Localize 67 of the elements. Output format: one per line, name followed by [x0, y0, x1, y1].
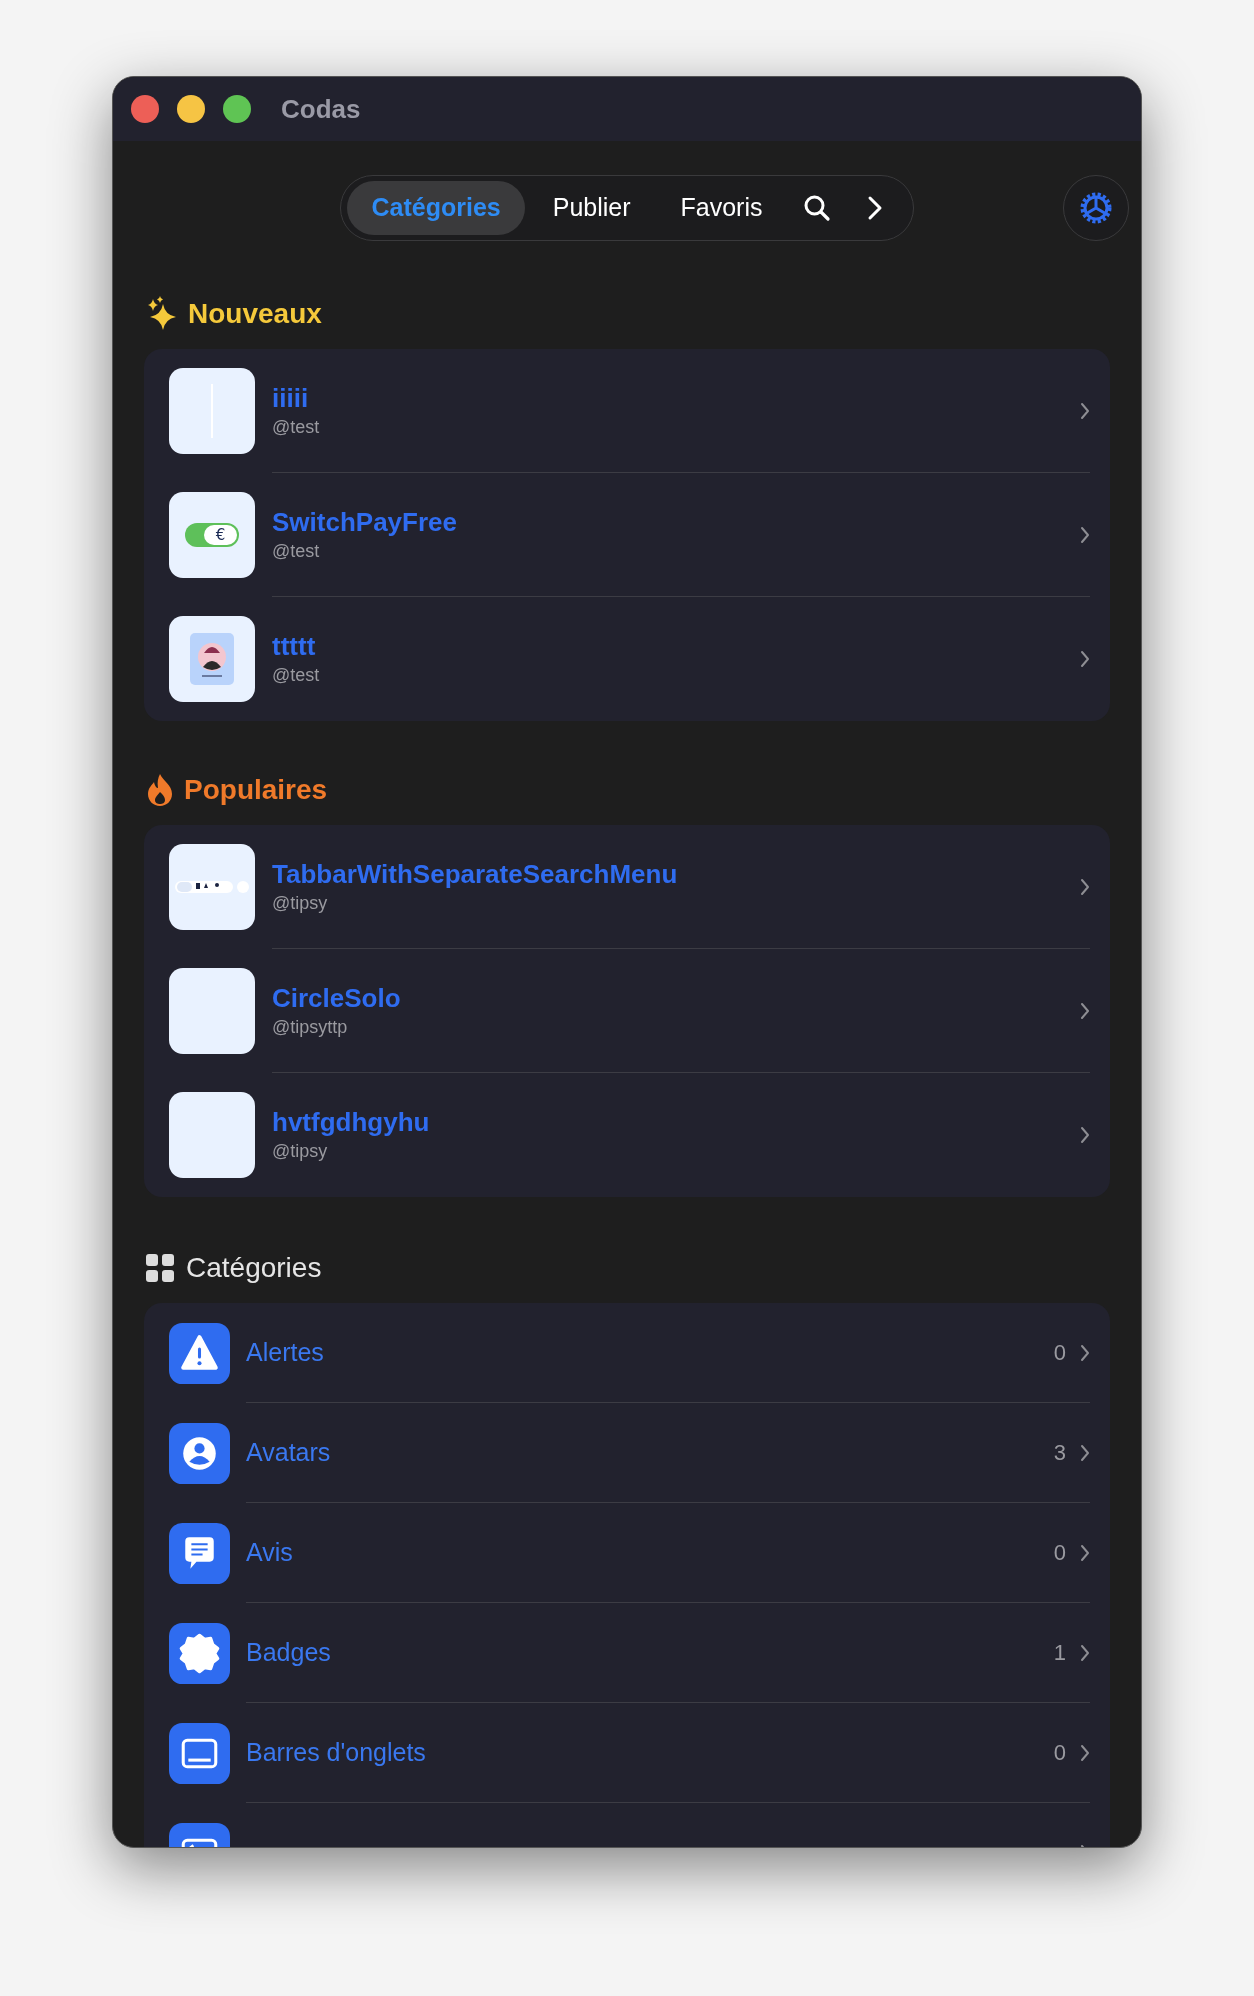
minimize-button[interactable]: [177, 95, 205, 123]
item-title: ttttt: [272, 630, 317, 662]
category-name: Avatars: [246, 1436, 332, 1468]
item-title: iiiii: [272, 381, 310, 414]
tab-bar-thumbnail-icon: [175, 880, 249, 894]
search-icon: [802, 194, 831, 222]
category-name: Barres d'onglets: [246, 1736, 427, 1768]
item-count: 0: [1053, 1339, 1066, 1367]
avatar-thumbnail-icon: [190, 633, 234, 685]
item-author: @test: [272, 664, 321, 687]
chevron-right-icon: [1080, 650, 1090, 668]
badge-icon: [169, 1622, 230, 1684]
window-title: Codas: [281, 92, 361, 126]
chevron-right-icon: [1080, 1643, 1090, 1662]
tab[interactable]: Publier: [530, 181, 653, 235]
item-count: 0: [1053, 1739, 1066, 1767]
zoom-button[interactable]: [223, 95, 251, 123]
chevron-right-icon: [1080, 1443, 1090, 1462]
list-item[interactable]: ttttt @test: [144, 597, 1110, 721]
category-item[interactable]: Barres d'onglets 0: [144, 1703, 1110, 1803]
section-title: Catégories: [186, 1251, 322, 1285]
item-count: 1: [1053, 1639, 1066, 1667]
item-count: 3: [1053, 1439, 1066, 1467]
chevron-right-icon: [1080, 1126, 1090, 1144]
category-name: Alertes: [246, 1336, 325, 1368]
list-item[interactable]: iiiii @test: [144, 349, 1110, 473]
category-item[interactable]: Badges 1: [144, 1603, 1110, 1703]
warning-icon: [169, 1322, 230, 1384]
chevron-right-icon: [1080, 1543, 1090, 1562]
item-author: @tipsyttp: [272, 1015, 349, 1039]
chevron-right-icon: [1080, 1001, 1090, 1020]
list-item[interactable]: CircleSolo @tipsyttp: [144, 949, 1110, 1073]
list-item[interactable]: hvtfgdhgyhu @tipsy: [144, 1073, 1110, 1197]
chevron-right-icon: [1080, 877, 1090, 896]
tab-bar-icon: [169, 1722, 230, 1784]
item-author: @test: [272, 539, 321, 563]
section-title: Populaires: [184, 773, 328, 807]
tab[interactable]: Favoris: [658, 181, 785, 235]
item-author: @tipsy: [272, 1140, 329, 1163]
item-title: CircleSolo: [272, 981, 402, 1014]
item-author: @test: [272, 415, 321, 439]
grid-icon: [146, 1254, 174, 1282]
flame-icon: [146, 773, 174, 807]
chevron-right-icon: [1080, 1743, 1090, 1762]
chevron-right-icon: [1080, 525, 1090, 544]
item-title: hvtfgdhgyhu: [272, 1106, 431, 1138]
close-button[interactable]: [131, 95, 159, 123]
euro-symbol: €: [204, 525, 237, 545]
chevron-right-icon: [866, 195, 883, 221]
list-item[interactable]: € SwitchPayFree @test: [144, 473, 1110, 597]
person-icon: [169, 1422, 230, 1484]
settings-icon: [1078, 190, 1114, 226]
section-title: Nouveaux: [188, 297, 322, 331]
category-name: Badges: [246, 1636, 332, 1668]
category-item[interactable]: Avatars 3: [144, 1403, 1110, 1503]
item-author: @tipsy: [272, 891, 329, 915]
category-item[interactable]: Alertes 0: [144, 1303, 1110, 1403]
category-name: Avis: [246, 1536, 294, 1568]
tab[interactable]: Catégories: [347, 181, 525, 235]
message-icon: [169, 1522, 230, 1584]
chevron-right-icon: [1080, 401, 1090, 420]
item-title: TabbarWithSeparateSearchMenu: [272, 857, 679, 890]
item-title: SwitchPayFree: [272, 505, 458, 538]
item-count: 0: [1053, 1539, 1066, 1567]
category-item[interactable]: Avis 0: [144, 1503, 1110, 1603]
list-item[interactable]: TabbarWithSeparateSearchMenu @tipsy: [144, 825, 1110, 949]
chevron-right-icon: [1080, 1343, 1090, 1362]
